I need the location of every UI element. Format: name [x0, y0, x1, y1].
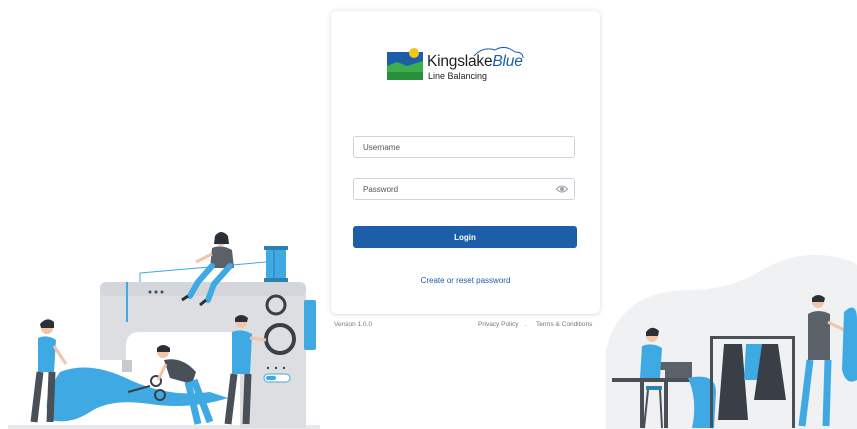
- version-label: Version 1.0.0: [334, 321, 372, 328]
- brand-name-part2: Blue: [492, 53, 523, 70]
- login-card: KingslakeBlue Line Balancing Login Creat…: [331, 11, 600, 314]
- brand-name-part1: Kingslake: [427, 53, 493, 70]
- clothing-rack-illustration: [606, 254, 857, 429]
- sewing-machine-illustration: [8, 232, 320, 429]
- password-input[interactable]: [354, 179, 543, 200]
- create-reset-password-link[interactable]: Create or reset password: [331, 276, 600, 285]
- brand-logo: KingslakeBlue Line Balancing: [387, 44, 527, 84]
- login-button[interactable]: Login: [353, 226, 577, 248]
- password-field[interactable]: [353, 178, 575, 200]
- footer-separator: .: [525, 321, 527, 328]
- terms-conditions-link[interactable]: Terms & Conditions: [536, 321, 592, 328]
- username-field[interactable]: [353, 136, 575, 158]
- username-input[interactable]: [354, 137, 543, 158]
- privacy-policy-link[interactable]: Privacy Policy: [478, 321, 518, 328]
- brand-tagline: Line Balancing: [428, 71, 488, 81]
- brand-name: KingslakeBlue: [427, 53, 523, 71]
- eye-icon[interactable]: [556, 184, 568, 194]
